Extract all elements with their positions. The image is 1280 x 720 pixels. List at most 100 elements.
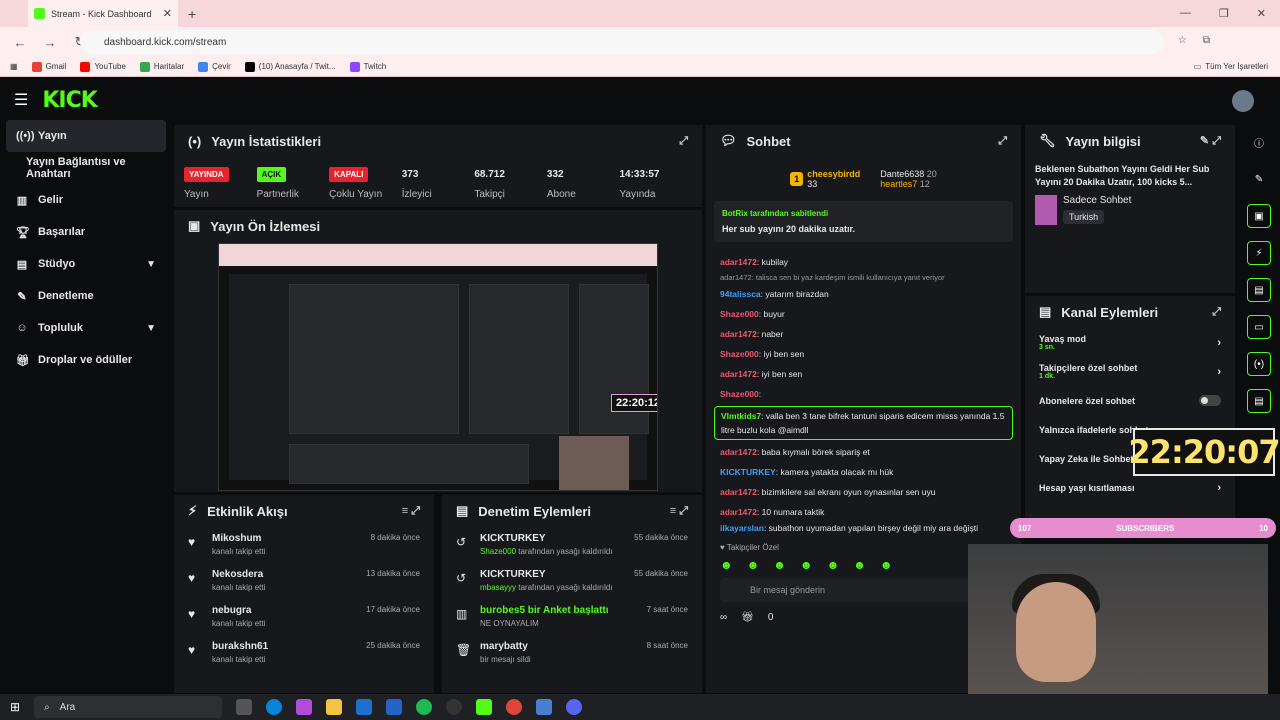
- chat-message: KICKTURKEY: kamera yatakta olacak mı hük: [720, 467, 894, 477]
- chevron-down-icon: ▼: [146, 322, 156, 334]
- app-icon[interactable]: [536, 699, 553, 715]
- kick-app-icon[interactable]: [476, 699, 493, 715]
- bookmark-star-icon[interactable]: ☆: [1178, 35, 1187, 46]
- apps-icon[interactable]: ▦: [10, 62, 18, 71]
- sidebar-item-gelir[interactable]: ▥ Gelir: [0, 184, 172, 216]
- store-icon[interactable]: [356, 699, 373, 715]
- bolt-icon: ⚡︎: [188, 503, 198, 518]
- close-window-icon[interactable]: ✕: [1257, 7, 1266, 20]
- filter-icon[interactable]: ≡ ⤢: [402, 505, 420, 518]
- obs-icon[interactable]: [446, 699, 463, 715]
- info-icon[interactable]: ⓘ: [1247, 130, 1271, 154]
- moderation-title: Denetim Eylemleri: [478, 503, 592, 519]
- url-input[interactable]: dashboard.kick.com/stream: [80, 30, 1164, 54]
- edit-icon[interactable]: ✎ ⤢: [1200, 134, 1221, 148]
- top-gifters: 1 cheesybirdd 33 Dante6638 20 heartles7 12: [706, 157, 1021, 201]
- filter-icon[interactable]: ≡ ⤢: [670, 505, 688, 518]
- expand-icon[interactable]: ⤢: [1212, 306, 1221, 319]
- edit-icon[interactable]: ✎: [1247, 167, 1271, 191]
- sidebar-item-studyo[interactable]: ▤ Stüdyo ▼: [0, 248, 172, 280]
- folder-icon: ▭: [1193, 62, 1202, 71]
- follower-only-row[interactable]: Takipçilere özel sohbet 1 dk. ›: [1025, 357, 1235, 386]
- bookmark-twitch[interactable]: Twitch: [349, 61, 386, 72]
- tag[interactable]: Turkish: [1063, 210, 1105, 224]
- close-tab-icon[interactable]: ✕: [163, 7, 172, 20]
- new-tab-icon[interactable]: +: [188, 6, 196, 22]
- list-item: ♥ Mikoshum kanalı takip etti 8 dakika önce: [188, 533, 420, 556]
- kick-header: ☰ KICK: [0, 80, 1280, 120]
- list-item: ▥ burobes5 bir Anket başlattı NE OYNAYALIM…: [456, 605, 688, 628]
- chrome-icon[interactable]: [506, 699, 523, 715]
- chat-icon[interactable]: ▭: [1247, 315, 1271, 339]
- bookmark-gmail[interactable]: Gmail: [31, 61, 66, 72]
- copilot-icon[interactable]: [296, 699, 313, 715]
- explorer-icon[interactable]: [326, 699, 343, 715]
- slow-mode-row[interactable]: Yavaş mod 3 sn. ›: [1025, 328, 1235, 357]
- all-bookmarks[interactable]: ▭ Tüm Yer İşaretleri: [1194, 62, 1268, 71]
- sidebar-item-droplar[interactable]: 🎁︎ Droplar ve ödüller: [0, 344, 172, 376]
- stat-subs: 332 Abone: [546, 168, 576, 201]
- webcam-overlay: [968, 544, 1268, 694]
- chat-message: Shaze000: iyi ben sen: [720, 349, 805, 359]
- minimize-icon[interactable]: —: [1180, 7, 1191, 20]
- emote-icon[interactable]: ☻: [827, 558, 840, 572]
- list-item: ↺ KICKTURKEY mbasayyy tarafından yasağı ka…: [456, 569, 688, 592]
- expand-icon[interactable]: ⤢: [998, 135, 1007, 148]
- bolt-icon[interactable]: ⚡︎: [1247, 241, 1271, 265]
- extensions-icon[interactable]: ⧉: [1203, 35, 1210, 46]
- sub-only-row[interactable]: Abonelere özel sohbet: [1025, 386, 1235, 415]
- spotify-icon[interactable]: [416, 699, 433, 715]
- edge-icon[interactable]: [266, 699, 283, 715]
- windows-start-icon[interactable]: ⊞: [10, 700, 20, 714]
- actions-icon[interactable]: ▤: [1247, 389, 1271, 413]
- actions-title: Kanal Eylemleri: [1061, 304, 1159, 320]
- bookmark-x[interactable]: (10) Anasayfa / Twit...: [244, 61, 336, 72]
- emote-icon[interactable]: ☻: [800, 558, 813, 572]
- preview-browser-bar: [219, 244, 657, 266]
- sidebar-item-denetleme[interactable]: ✎ Denetleme: [0, 280, 172, 312]
- chat-message-input[interactable]: Bir mesaj gönderin: [720, 578, 1007, 602]
- sidebar-item-stream-key[interactable]: Yayın Bağlantısı ve Anahtarı: [0, 152, 172, 184]
- kick-logo[interactable]: KICK: [42, 88, 97, 113]
- restore-icon[interactable]: ❐: [1219, 7, 1229, 20]
- stream-preview-video[interactable]: 22:20:12: [218, 243, 658, 491]
- sidebar-item-topluluk[interactable]: ☺ Topluluk ▼: [0, 312, 172, 344]
- menu-icon[interactable]: ☰: [14, 90, 28, 110]
- emote-icon[interactable]: ☻: [853, 558, 866, 572]
- category-thumbnail: [1035, 195, 1057, 225]
- sidebar-item-basarilar[interactable]: 🏆︎ Başarılar: [0, 216, 172, 248]
- chat-message: adar1472: bizimkilere sal ekranı oyun oy…: [720, 487, 936, 497]
- account-age-row[interactable]: Hesap yaşı kısıtlaması ›: [1025, 473, 1235, 502]
- gift-icon: 🎁︎: [16, 354, 30, 367]
- forward-icon[interactable]: →: [40, 35, 60, 50]
- task-view-icon[interactable]: [236, 699, 253, 715]
- preview-timer: 22:20:12: [611, 394, 657, 412]
- gift-icon[interactable]: 🎁︎: [741, 612, 754, 623]
- emote-icon[interactable]: ☻: [720, 558, 733, 572]
- sub-only-toggle[interactable]: [1199, 395, 1221, 406]
- broadcast-icon[interactable]: (•): [1247, 352, 1271, 376]
- document-icon[interactable]: ▤: [1247, 278, 1271, 302]
- taskbar-search[interactable]: ⌕ Ara: [34, 696, 223, 718]
- category-row: Sadece Sohbet Turkish: [1025, 195, 1235, 225]
- emote-icon[interactable]: ☻: [880, 558, 893, 572]
- emote-icon[interactable]: ☻: [773, 558, 786, 572]
- trash-icon: 🗑︎: [456, 643, 472, 657]
- broadcast-icon: (•): [188, 133, 202, 149]
- browser-tab[interactable]: Stream - Kick Dashboard ✕: [28, 0, 178, 27]
- emote-icon[interactable]: ☻: [747, 558, 760, 572]
- outlook-icon[interactable]: [386, 699, 403, 715]
- bookmark-translate[interactable]: Çevir: [198, 61, 231, 72]
- actions-icon: ▤: [1039, 304, 1052, 319]
- back-icon[interactable]: ←: [10, 35, 30, 50]
- bookmark-maps[interactable]: Haritalar: [139, 61, 184, 72]
- screen-icon[interactable]: ▣: [1247, 204, 1271, 228]
- expand-icon[interactable]: ⤢: [679, 135, 688, 148]
- sidebar-item-yayin[interactable]: ((•)) Yayın: [6, 120, 166, 152]
- pinned-message[interactable]: BotRix tarafından sabitlendi Her sub yay…: [714, 201, 1013, 242]
- bookmark-youtube[interactable]: YouTube: [80, 61, 126, 72]
- discord-icon[interactable]: [566, 699, 583, 715]
- avatar[interactable]: [1232, 90, 1254, 112]
- chat-message: adar1472: iyi ben sen: [720, 369, 803, 379]
- infinity-icon[interactable]: ∞: [720, 612, 727, 623]
